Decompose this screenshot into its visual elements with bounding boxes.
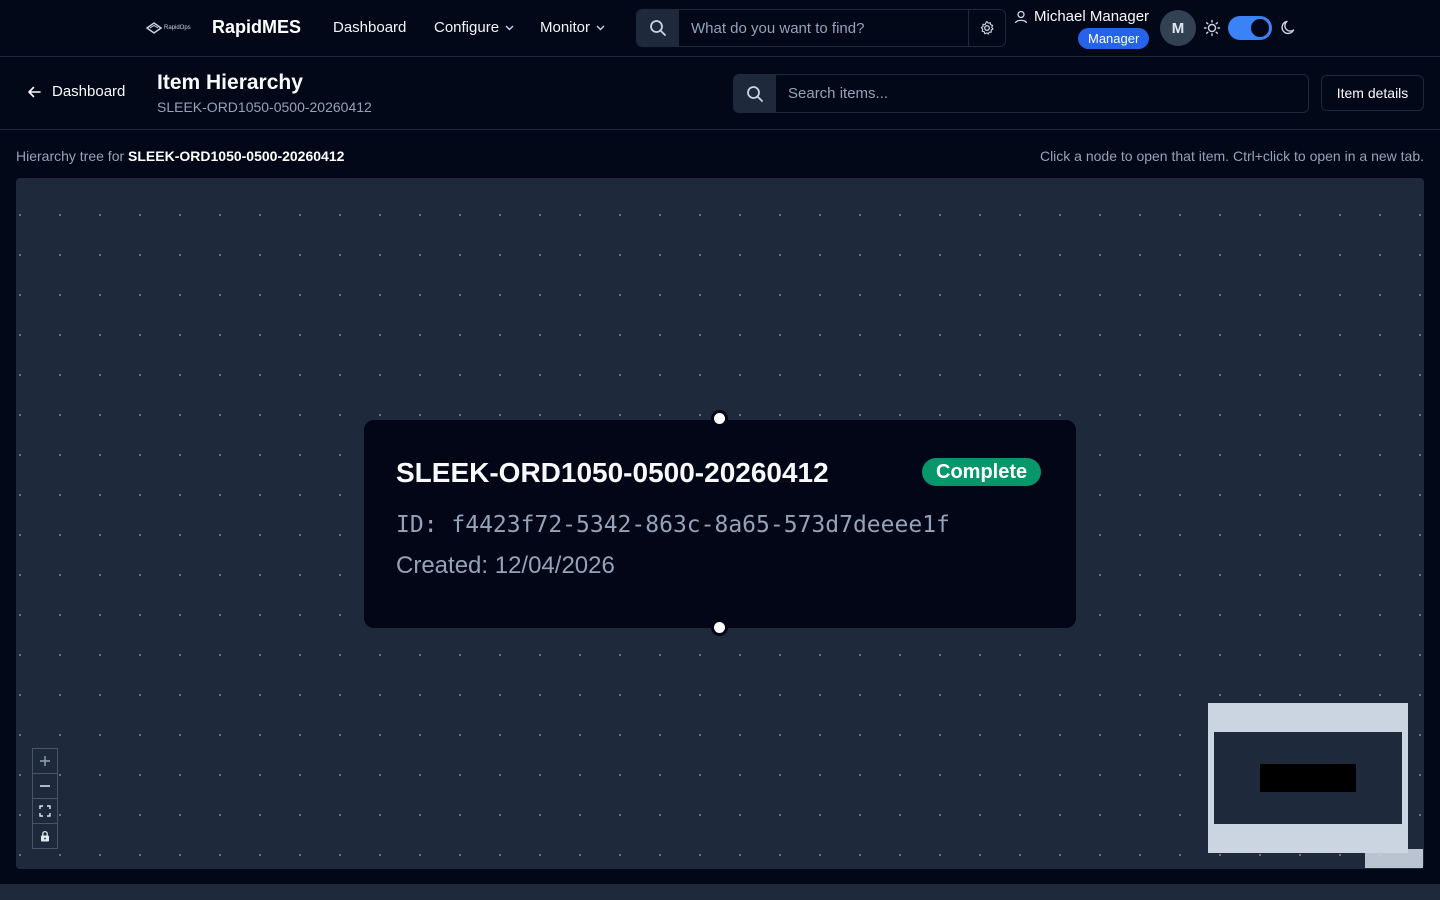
brand-logo[interactable]: RapidOps <box>146 18 196 38</box>
plus-icon <box>40 756 50 766</box>
node-title: SLEEK-ORD1050-0500-20260412 <box>396 457 829 488</box>
user-menu[interactable]: Michael Manager Manager <box>1014 6 1154 52</box>
canvas-attribution[interactable] <box>1365 849 1423 868</box>
user-name-label: Michael Manager <box>1034 8 1150 25</box>
item-search-input[interactable] <box>776 75 1308 112</box>
brand-name[interactable]: RapidMES <box>212 17 301 38</box>
search-icon <box>747 85 763 102</box>
fit-view-icon <box>39 805 51 817</box>
chevron-down-icon <box>596 25 605 30</box>
moon-icon <box>1281 20 1295 35</box>
nav-dashboard-label: Dashboard <box>333 19 407 36</box>
hierarchy-caption: Hierarchy tree for SLEEK-ORD1050-0500-20… <box>16 148 344 164</box>
logo-text: RapidOps <box>164 25 191 31</box>
hierarchy-hint: Click a node to open that item. Ctrl+cli… <box>1039 148 1424 164</box>
lock-icon <box>41 830 49 842</box>
item-search <box>733 74 1309 113</box>
logo-mark-icon <box>146 22 162 34</box>
nav-configure-label: Configure <box>434 19 500 36</box>
hierarchy-caption-prefix: Hierarchy tree for <box>16 148 129 164</box>
search-icon <box>650 20 666 36</box>
nav-dashboard[interactable]: Dashboard <box>333 19 406 36</box>
nav-monitor-label: Monitor <box>540 19 591 36</box>
canvas-controls <box>32 748 58 849</box>
global-search <box>636 9 1006 47</box>
back-label: Dashboard <box>52 83 126 100</box>
global-search-input[interactable] <box>679 10 968 46</box>
theme-toggle-knob <box>1251 19 1269 37</box>
search-button[interactable] <box>637 10 679 46</box>
user-icon <box>1014 10 1028 23</box>
back-to-dashboard-link[interactable]: Dashboard <box>26 83 125 100</box>
bottom-bar <box>0 884 1440 900</box>
search-settings-button[interactable] <box>968 10 1005 46</box>
status-badge: Complete <box>922 458 1042 486</box>
gear-icon <box>980 20 994 35</box>
page-title: Item Hierarchy <box>157 71 303 94</box>
page-subtitle: SLEEK-ORD1050-0500-20260412 <box>157 99 372 115</box>
nav-configure[interactable]: Configure <box>434 19 514 36</box>
sun-icon <box>1203 19 1221 37</box>
avatar[interactable]: M <box>1160 10 1196 46</box>
node-id: ID: f4423f72-5342-863c-8a65-573d7deeee1f <box>396 512 950 538</box>
hierarchy-canvas[interactable]: SLEEK-ORD1050-0500-20260412 Complete ID:… <box>16 178 1424 869</box>
role-badge: Manager <box>1078 28 1150 49</box>
item-search-button[interactable] <box>734 75 776 112</box>
node-bottom-handle[interactable] <box>711 619 728 636</box>
minimap[interactable] <box>1208 703 1408 853</box>
node-created-date: Created: 12/04/2026 <box>396 552 615 579</box>
lock-button[interactable] <box>32 823 58 849</box>
back-arrow-icon <box>28 86 41 97</box>
minus-icon <box>40 785 50 787</box>
hierarchy-caption-item: SLEEK-ORD1050-0500-20260412 <box>128 148 345 164</box>
zoom-in-button[interactable] <box>32 748 58 774</box>
zoom-out-button[interactable] <box>32 773 58 799</box>
nav-monitor[interactable]: Monitor <box>540 19 605 36</box>
chevron-down-icon <box>505 25 514 30</box>
item-details-button[interactable]: Item details <box>1321 75 1424 111</box>
hierarchy-node[interactable]: SLEEK-ORD1050-0500-20260412 Complete ID:… <box>364 420 1076 628</box>
minimap-node <box>1260 764 1356 792</box>
fit-view-button[interactable] <box>32 798 58 824</box>
user-name: Michael Manager <box>1014 8 1149 25</box>
page-header: Dashboard Item Hierarchy SLEEK-ORD1050-0… <box>0 57 1440 130</box>
theme-toggle[interactable] <box>1228 16 1272 40</box>
node-top-handle[interactable] <box>711 410 728 427</box>
top-navbar: RapidOps RapidMES Dashboard Configure Mo… <box>0 0 1440 57</box>
